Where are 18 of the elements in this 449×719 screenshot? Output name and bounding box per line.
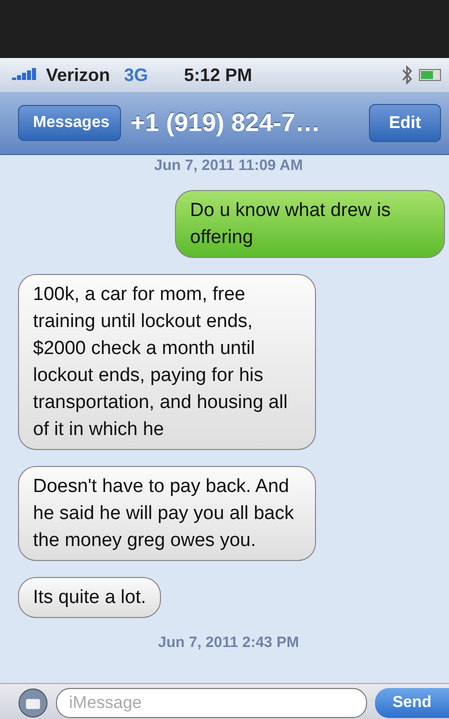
camera-icon[interactable] [18,688,48,718]
received-message-bubble: Doesn't have to pay back. And he said he will pay you all back the money greg owes you. [18,466,316,561]
received-message-bubble: Its quite a lot. [18,577,162,618]
carrier-name: Verizon [46,64,110,86]
battery-icon [419,69,441,81]
edit-button[interactable]: Edit [369,104,441,142]
sent-message-bubble: Do u know what drew is offering [175,190,445,258]
received-message-bubble: 100k, a car for mom, free training until lockout ends, $2000 check a month until lockout ends, paying for his transportation, and housing all of it in which he [18,274,316,450]
bluetooth-icon [401,65,413,85]
contact-title: +1 (919) 824-7… [130,108,320,138]
message-field[interactable]: iMessage [56,688,367,718]
back-button[interactable]: Messages [18,105,120,141]
send-button[interactable]: Send [375,688,449,718]
timestamp: Jun 7, 2011 2:43 PM [158,634,299,651]
clock: 5:12 PM [184,64,252,86]
timestamp: Jun 7, 2011 11:09 AM [154,157,303,174]
signal-icon [12,68,38,82]
network-type: 3G [124,64,148,86]
